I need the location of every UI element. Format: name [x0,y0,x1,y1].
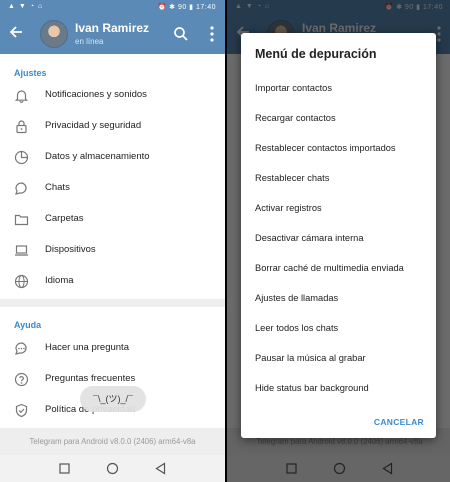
debug-option-label: Importar contactos [255,83,332,93]
settings-item-language[interactable]: Idioma [0,266,225,297]
debug-option-import-contacts[interactable]: Importar contactos [241,74,436,104]
avatar[interactable] [40,20,68,48]
debug-option-label: Pausar la música al grabar [255,353,366,363]
debug-menu-dialog: Menú de depuración Importar contactos Re… [241,33,436,438]
debug-option-reset-imported-contacts[interactable]: Restablecer contactos importados [241,134,436,164]
section-divider [0,299,225,307]
settings-item-notifications[interactable]: Notificaciones y sonidos [0,80,225,111]
settings-item-label: Chats [45,182,70,193]
settings-screen: ▲ ▼ ◔ ⌂ ⏰ ✱ 90 ▮ 17:40 Ivan Ramirez en l… [0,0,225,482]
settings-item-label: Notificaciones y sonidos [45,89,147,100]
app-version: Telegram para Android v8.0.0 (2406) arm6… [0,428,225,455]
settings-item-data[interactable]: Datos y almacenamiento [0,142,225,173]
debug-option-label: Recargar contactos [255,113,336,123]
pie-chart-icon [14,150,29,165]
settings-item-label: Dispositivos [45,244,96,255]
help-item-ask-question[interactable]: Hacer una pregunta [0,333,225,364]
debug-option-reset-chats[interactable]: Restablecer chats [241,164,436,194]
settings-item-label: Privacidad y seguridad [45,120,142,131]
debug-option-clear-sent-media-cache[interactable]: Borrar caché de multimedia enviada [241,254,436,284]
chat-dots-icon [14,341,29,356]
settings-item-folders[interactable]: Carpetas [0,204,225,235]
dialog-title: Menú de depuración [255,47,377,61]
folder-icon [14,212,29,227]
recents-square-icon[interactable] [58,462,71,475]
home-circle-icon[interactable] [106,462,119,475]
status-left-icons: ▲ ▼ ◔ ⌂ [8,3,44,10]
debug-option-label: Desactivar cámara interna [255,233,364,243]
debug-option-call-settings[interactable]: Ajustes de llamadas [241,284,436,314]
cancel-button[interactable]: CANCELAR [374,417,424,427]
search-icon[interactable] [173,26,189,42]
debug-option-pause-music-recording[interactable]: Pausar la música al grabar [241,344,436,374]
debug-option-label: Ajustes de llamadas [255,293,339,303]
settings-item-label: Datos y almacenamiento [45,151,150,162]
laptop-icon [14,243,29,258]
debug-option-label: Activar registros [255,203,322,213]
bell-icon [14,88,29,103]
debug-option-enable-logs[interactable]: Activar registros [241,194,436,224]
debug-option-label: Borrar caché de multimedia enviada [255,263,404,273]
lock-icon [14,119,29,134]
chat-bubble-icon [14,181,29,196]
shrug-toast: ¯\_(ツ)_/¯ [80,386,146,412]
status-right-info: ⏰ ✱ 90 ▮ 17:40 [157,4,216,11]
settings-item-label: Carpetas [45,213,84,224]
profile-status: en línea [75,37,104,46]
debug-option-label: Leer todos los chats [255,323,339,333]
help-item-label: Hacer una pregunta [45,342,129,353]
app-bar: Ivan Ramirez en línea [0,14,225,54]
debug-option-label: Restablecer contactos importados [255,143,396,153]
debug-option-hide-status-bar-background[interactable]: Hide status bar background [241,374,436,404]
status-bar: ▲ ▼ ◔ ⌂ ⏰ ✱ 90 ▮ 17:40 [0,0,225,14]
question-icon [14,372,29,387]
profile-name: Ivan Ramirez [75,21,150,35]
section-settings-title: Ajustes [14,68,47,78]
settings-item-devices[interactable]: Dispositivos [0,235,225,266]
debug-menu-screen: ▲ ▼ ◔ ⌂ ⏰ ✱ 90 ▮ 17:40 Ivan Ramirez en l… [227,0,450,482]
settings-item-privacy[interactable]: Privacidad y seguridad [0,111,225,142]
help-item-label: Preguntas frecuentes [45,373,136,384]
android-nav-bar [0,455,225,482]
settings-item-label: Idioma [45,275,74,286]
shield-check-icon [14,403,29,418]
debug-option-label: Hide status bar background [255,383,369,393]
back-triangle-icon[interactable] [154,462,167,475]
more-vert-icon[interactable] [207,25,217,43]
debug-option-reload-contacts[interactable]: Recargar contactos [241,104,436,134]
back-arrow-icon[interactable] [8,24,28,44]
section-help-title: Ayuda [14,320,42,330]
debug-option-label: Restablecer chats [255,173,330,183]
debug-option-disable-internal-camera[interactable]: Desactivar cámara interna [241,224,436,254]
globe-icon [14,274,29,289]
debug-option-read-all-chats[interactable]: Leer todos los chats [241,314,436,344]
settings-item-chats[interactable]: Chats [0,173,225,204]
